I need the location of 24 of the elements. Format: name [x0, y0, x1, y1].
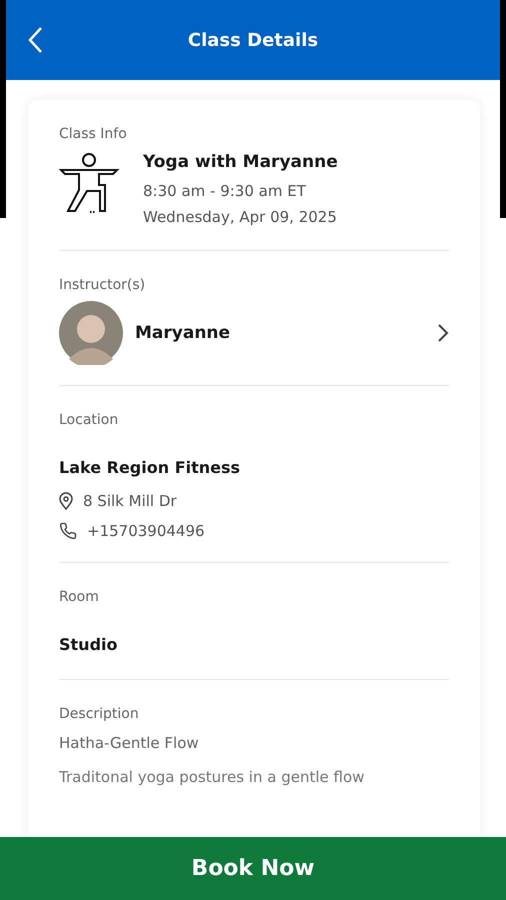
map-pin-icon	[59, 492, 73, 510]
phone-number: +15703904496	[87, 522, 205, 540]
location-name: Lake Region Fitness	[59, 457, 242, 479]
instructor-row[interactable]: Maryanne	[59, 301, 449, 365]
address-text: 8 Silk Mill Dr	[83, 492, 177, 510]
class-time: 8:30 am - 9:30 am ET	[143, 181, 307, 202]
chevron-right-icon	[437, 323, 449, 343]
section-label: Instructor(s)	[59, 276, 146, 295]
yoga-pose-icon	[59, 152, 121, 214]
section-label: Class Info	[59, 125, 128, 144]
class-date: Wednesday, Apr 09, 2025	[143, 207, 338, 228]
avatar-icon	[59, 301, 123, 365]
room-name: Studio	[59, 634, 118, 656]
book-now-button[interactable]: Book Now	[0, 837, 506, 900]
section-label: Description	[59, 705, 140, 724]
section-label: Room	[59, 588, 100, 607]
description-text: Traditonal yoga postures in a gentle flow	[59, 767, 366, 788]
phone-icon	[59, 522, 77, 540]
screen-title: Class Details	[188, 30, 318, 50]
class-name: Yoga with Maryanne	[143, 151, 338, 174]
instructor-name: Maryanne	[135, 323, 232, 343]
description-title: Hatha-Gentle Flow	[59, 733, 200, 754]
section-label: Location	[59, 411, 120, 430]
back-button[interactable]	[26, 26, 44, 54]
